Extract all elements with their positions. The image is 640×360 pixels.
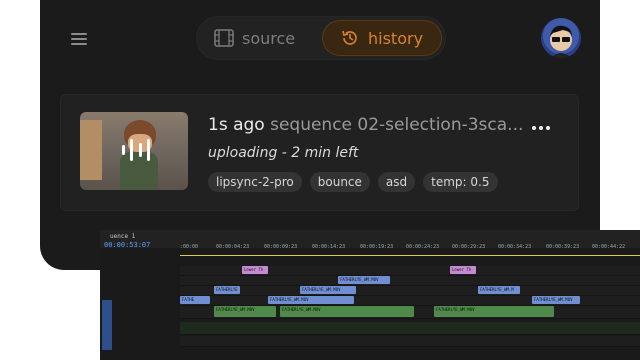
tab-source-label: source [242,28,296,48]
view-toggle: source history [196,16,446,60]
ruler-tick: 00:00:04:23 [216,244,250,250]
clip-video[interactable]: FATHERLYE_WM.MOV [268,296,354,304]
clip-video[interactable]: FATHERLYE_WM.MOV [434,306,554,317]
ruler-tick: 00:00:14:23 [312,244,346,250]
clip-video[interactable]: FATHE [180,296,210,304]
ruler-tick: 00:00:09:23 [264,244,298,250]
track-target[interactable] [102,300,112,350]
tag-temperature: temp: 0.5 [423,172,498,192]
ruler-tick: 00:00:34:23 [498,244,532,250]
job-tags: lipsync-2-pro bounce asd temp: 0.5 [208,172,498,192]
tag-mode: bounce [309,172,370,192]
ruler-tick: 00:00:44:22 [592,244,626,250]
track-v3: FATHE FATHERLYE_WM.MOV FATHERLYE_WM.MOV [180,296,640,306]
tab-source[interactable]: source [214,20,314,56]
track-v5: FATHERLYE_WM.MOV [180,276,640,286]
clip-title[interactable]: Lower Th [242,266,268,274]
waveform-icon [122,136,150,164]
track-a1 [180,322,640,335]
ruler-tick: 00:00:29:23 [452,244,486,250]
clip-video[interactable]: FATHERLYE_WM.MOV [214,306,276,317]
clip-video[interactable]: FATHERLYE_WM.MOV [300,286,356,294]
track-v4: FATHERLYE FATHERLYE_WM.MOV FATHERLYE_WM.… [180,286,640,296]
clip-title[interactable]: Lower Th [450,266,476,274]
track-v1: FATHERLYE_WM.MOV FATHERLYE_WM.MOV FATHER… [180,306,640,319]
timeline-editor: uence 1 00:00:53:07 :00:00 00:00:04:23 0… [100,230,640,360]
film-icon [214,29,234,47]
tab-history-label: history [368,28,424,48]
job-name: sequence 02-selection-3sca... [270,115,524,135]
tab-history[interactable]: history [322,20,442,56]
tag-model: lipsync-2-pro [208,172,302,192]
ruler-tick: 00:00:19:23 [360,244,394,250]
clip-video[interactable]: FATHERLYE_WM.M [478,286,520,294]
track-v6: Lower Th Lower Th [180,266,640,276]
avatar-illustration [550,25,572,58]
playhead-range[interactable] [180,255,640,256]
clip-video[interactable]: FATHERLYE_WM.MOV [280,306,414,317]
sequence-tab[interactable]: uence 1 [110,233,135,240]
history-clock-icon [342,30,357,45]
job-card[interactable]: 1s ago sequence 02-selection-3sca... upl… [60,94,579,211]
ruler-tick: 00:00:39:23 [546,244,580,250]
timecode-readout[interactable]: 00:00:53:07 [104,241,150,249]
ruler-tick: 00:00:24:23 [406,244,440,250]
tag-option: asd [377,172,416,192]
clip-video[interactable]: FATHERLYE [214,286,240,294]
job-thumbnail[interactable] [80,112,188,190]
avatar[interactable] [541,18,581,58]
clip-video[interactable]: FATHERLYE_WM.MOV [532,296,580,304]
job-status: uploading - 2 min left [208,145,359,161]
clip-video[interactable]: FATHERLYE_WM.MOV [338,276,390,284]
track-a2 [180,336,640,347]
job-title: 1s ago sequence 02-selection-3sca... [208,115,523,135]
job-age: 1s ago [208,115,265,135]
time-ruler[interactable]: :00:00 00:00:04:23 00:00:09:23 00:00:14:… [180,244,640,254]
more-dots-icon[interactable] [532,124,550,132]
hamburger-icon[interactable] [71,33,87,45]
ruler-tick: :00:00 [180,244,199,250]
